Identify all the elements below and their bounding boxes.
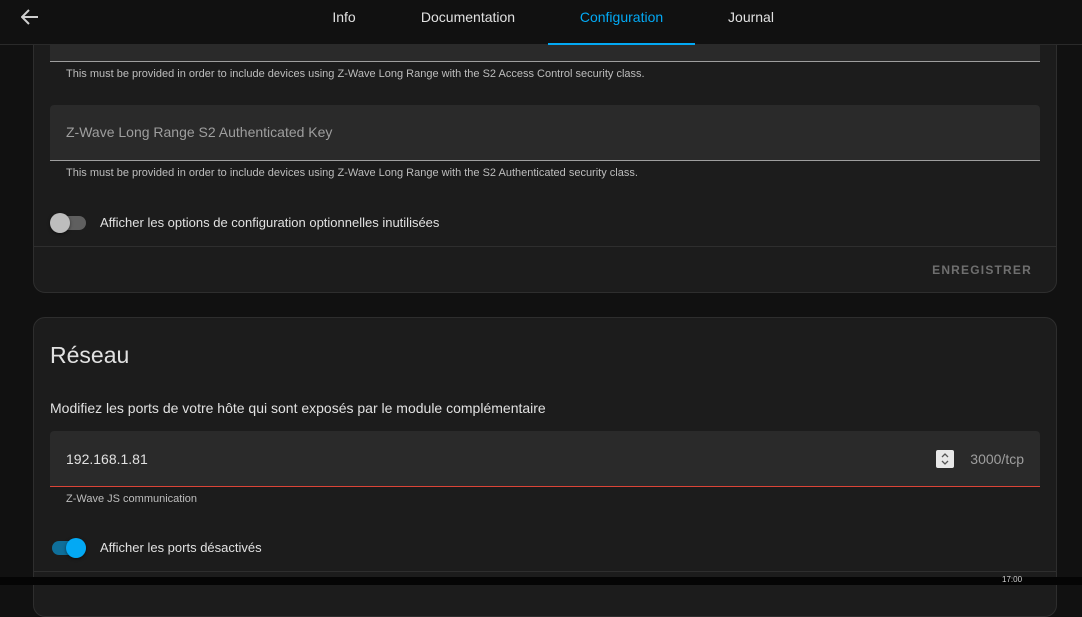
port-helper: Z-Wave JS communication — [66, 493, 198, 505]
save-button[interactable]: ENREGISTRER — [932, 263, 1032, 277]
number-spinner-icon[interactable] — [936, 450, 954, 468]
show-disabled-ports-toggle[interactable] — [50, 537, 86, 558]
card-actions-divider — [34, 246, 1056, 247]
port-field[interactable]: 192.168.1.81 3000/tcp — [50, 431, 1040, 487]
show-unused-options-row: Afficher les options de configuration op… — [50, 210, 439, 234]
network-card-description: Modifiez les ports de votre hôte qui son… — [50, 400, 546, 416]
tab-configuration-label: Configuration — [579, 8, 664, 25]
tab-info[interactable]: Info — [314, 0, 374, 45]
network-card-title: Réseau — [50, 342, 130, 368]
taskbar-clock: 17:00 — [1002, 575, 1023, 584]
tab-info-label: Info — [332, 8, 356, 25]
network-card-divider — [34, 571, 1056, 572]
tab-documentation-label: Documentation — [420, 8, 516, 25]
tab-configuration[interactable]: Configuration — [548, 0, 695, 45]
tab-journal[interactable]: Journal — [710, 0, 792, 45]
network-card: Réseau Modifiez les ports de votre hôte … — [33, 317, 1057, 617]
top-app-bar: Info Documentation Configuration Journal — [0, 0, 1082, 45]
show-disabled-ports-row: Afficher les ports désactivés — [50, 535, 262, 559]
port-suffix: 3000/tcp — [970, 451, 1024, 467]
authenticated-key-label: Z-Wave Long Range S2 Authenticated Key — [66, 124, 333, 140]
tab-journal-label: Journal — [728, 8, 774, 25]
taskbar: 17:00 — [0, 575, 1082, 585]
tab-documentation[interactable]: Documentation — [402, 0, 534, 45]
show-unused-options-label: Afficher les options de configuration op… — [100, 214, 440, 230]
show-disabled-ports-label: Afficher les ports désactivés — [100, 539, 262, 555]
access-control-helper: This must be provided in order to includ… — [66, 68, 645, 80]
show-unused-options-toggle[interactable] — [50, 212, 86, 233]
authenticated-key-field[interactable]: Z-Wave Long Range S2 Authenticated Key — [50, 105, 1040, 161]
back-button[interactable] — [14, 5, 46, 29]
authenticated-key-helper: This must be provided in order to includ… — [66, 167, 638, 179]
port-input[interactable]: 192.168.1.81 — [66, 451, 148, 467]
arrow-left-icon — [21, 9, 38, 25]
